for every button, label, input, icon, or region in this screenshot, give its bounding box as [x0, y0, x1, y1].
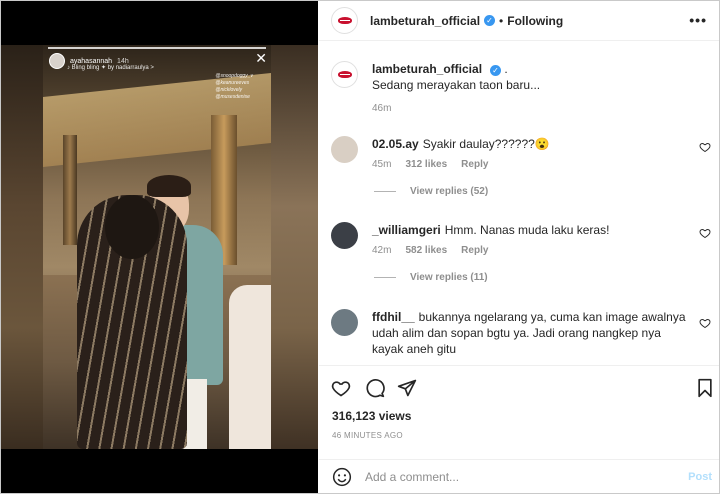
comment-time: 42m	[372, 245, 392, 256]
comment-row: ffdhil__ bukannya ngelarang ya, cuma kan …	[331, 309, 711, 357]
avatar[interactable]	[331, 61, 358, 88]
caption-row: lambeturah_official ✓ . Sedang merayakan …	[331, 61, 707, 114]
header-username[interactable]: lambeturah_official	[370, 14, 480, 28]
story-video-frame[interactable]: ayahasannah 14h ♪ Bling bling ✦ by nadia…	[43, 45, 271, 449]
view-replies-button[interactable]: View replies (11)	[374, 272, 707, 283]
more-options-icon[interactable]: •••	[689, 12, 707, 28]
comment-body: _williamgeri Hmm. Nanas muda laku keras!	[372, 222, 707, 238]
story-tag: @snoopdoggy_v	[215, 73, 253, 79]
lips-logo-icon	[338, 71, 352, 78]
avatar[interactable]	[331, 309, 358, 336]
avatar[interactable]	[331, 136, 358, 163]
add-comment-bar: Post	[319, 459, 719, 493]
views-count[interactable]: 316,123 views	[332, 409, 411, 423]
story-music-label: ♪ Bling bling ✦ by nadiarraulya >	[67, 65, 154, 71]
comment-username[interactable]: ffdhil__	[372, 310, 415, 324]
comment-body: ffdhil__ bukannya ngelarang ya, cuma kan …	[372, 309, 692, 357]
view-replies-label: View replies (52)	[410, 186, 489, 197]
avatar[interactable]	[331, 222, 358, 249]
comment-username[interactable]: _williamgeri	[372, 223, 441, 237]
post-timestamp[interactable]: 46 MINUTES AGO	[332, 431, 403, 440]
comment-body: 02.05.ay Syakir daulay??????😮	[372, 136, 707, 152]
story-tag: @keanureeves	[215, 80, 250, 86]
emoji-icon[interactable]	[332, 467, 352, 487]
comment-time: 45m	[372, 159, 392, 170]
following-button[interactable]: Following	[507, 14, 563, 28]
media-blur-left	[1, 45, 43, 449]
view-replies-label: View replies (11)	[410, 272, 488, 283]
comment-text: bukannya ngelarang ya, cuma kan image aw…	[372, 310, 686, 356]
comment-icon[interactable]	[365, 378, 385, 398]
caption-suffix: .	[504, 62, 508, 76]
comment-likes[interactable]: 312 likes	[405, 159, 447, 170]
comment-text: Hmm. Nanas muda laku keras!	[444, 223, 610, 237]
story-progress-bar	[48, 47, 266, 49]
reply-button[interactable]: Reply	[461, 245, 488, 256]
comments-list[interactable]: lambeturah_official ✓ . Sedang merayakan …	[319, 45, 719, 361]
story-mention-tags: @snoopdoggy_v @keanureeves @nicklovely @…	[215, 73, 253, 100]
comment-likes[interactable]: 582 likes	[405, 245, 447, 256]
caption-meta: 46m	[372, 103, 707, 114]
caption-time: 46m	[372, 103, 392, 114]
story-avatar	[49, 53, 65, 69]
comment-text: Syakir daulay??????😮	[422, 137, 550, 151]
comment-row: 02.05.ay Syakir daulay??????😮 45m 312 lik…	[331, 136, 711, 197]
separator-dot: •	[499, 13, 504, 28]
avatar[interactable]	[331, 7, 358, 34]
post-comment-button[interactable]: Post	[688, 471, 712, 483]
like-heart-icon[interactable]	[331, 378, 351, 398]
post-media[interactable]: ayahasannah 14h ♪ Bling bling ✦ by nadia…	[1, 1, 318, 493]
share-icon[interactable]	[397, 378, 417, 398]
scene-person	[105, 195, 159, 259]
replies-divider	[374, 277, 396, 278]
story-tag: @nicklovely	[215, 87, 243, 93]
caption-text: Sedang merayakan taon baru...	[372, 78, 541, 92]
comment-meta: 45m 312 likes Reply	[372, 159, 707, 170]
like-heart-icon[interactable]	[699, 141, 711, 153]
scene-pillar	[63, 135, 77, 245]
verified-badge-icon: ✓	[484, 15, 496, 26]
media-blur-right	[271, 45, 318, 449]
comment-username[interactable]: 02.05.ay	[372, 137, 419, 151]
like-heart-icon[interactable]	[699, 317, 711, 329]
close-icon[interactable]: ✕	[255, 51, 267, 65]
lips-logo-icon	[338, 17, 352, 24]
story-tag: @musesdenise	[215, 94, 250, 100]
add-comment-input[interactable]	[365, 469, 665, 484]
reply-button[interactable]: Reply	[461, 159, 488, 170]
comment-meta: 42m 582 likes Reply	[372, 245, 707, 256]
replies-divider	[374, 191, 396, 192]
scene-person	[147, 175, 191, 197]
like-heart-icon[interactable]	[699, 227, 711, 239]
comment-row: _williamgeri Hmm. Nanas muda laku keras! …	[331, 222, 711, 283]
verified-badge-icon: ✓	[490, 65, 502, 76]
caption-body: lambeturah_official ✓ . Sedang merayakan …	[372, 61, 707, 93]
post-details-panel: lambeturah_official ✓ • Following ••• la…	[319, 1, 719, 493]
scene-person	[229, 285, 271, 449]
action-bar	[319, 365, 719, 405]
post-header: lambeturah_official ✓ • Following •••	[319, 1, 719, 41]
caption-username[interactable]: lambeturah_official	[372, 62, 482, 76]
bookmark-icon[interactable]	[695, 378, 715, 398]
view-replies-button[interactable]: View replies (52)	[374, 186, 707, 197]
